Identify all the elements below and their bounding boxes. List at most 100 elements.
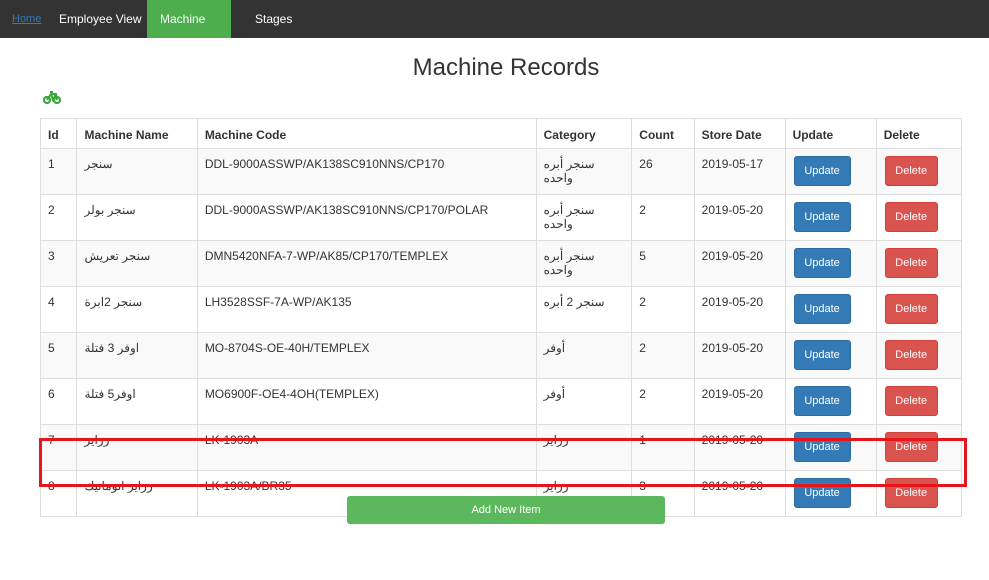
- cell-count: 26: [631, 148, 695, 195]
- delete-button[interactable]: Delete: [884, 248, 938, 278]
- cell-delete: Delete: [875, 286, 963, 333]
- add-new-item-button[interactable]: Add New Item: [347, 496, 665, 524]
- cell-id: 3: [39, 240, 78, 287]
- table-row: 6 اوفر5 فتلة MO6900F-OE4-4OH(TEMPLEX) أو…: [39, 378, 963, 425]
- cell-category: سنجر أبره واحده: [535, 194, 633, 241]
- cell-store-date: 2019-05-20: [693, 240, 786, 287]
- cell-store-date: 2019-05-20: [693, 286, 786, 333]
- cell-delete: Delete: [875, 470, 963, 517]
- delete-button[interactable]: Delete: [884, 432, 938, 462]
- cell-machine-code: DDL-9000ASSWP/AK138SC910NNS/CP170: [196, 148, 537, 195]
- cell-machine-name: زراير اتوماتيك: [76, 470, 198, 517]
- delete-button[interactable]: Delete: [884, 386, 938, 416]
- cell-store-date: 2019-05-20: [693, 194, 786, 241]
- bicycle-icon: [43, 91, 61, 104]
- cell-count: 2: [631, 378, 695, 425]
- update-button[interactable]: Update: [793, 248, 851, 278]
- cell-id: 6: [39, 378, 78, 425]
- cell-count: 5: [631, 240, 695, 287]
- cell-machine-name: سنجر بولر: [76, 194, 198, 241]
- delete-button[interactable]: Delete: [884, 156, 938, 186]
- cell-update: Update: [784, 470, 877, 517]
- cell-update: Update: [784, 424, 877, 471]
- nav-employee-view[interactable]: Employee View: [47, 0, 154, 38]
- cell-store-date: 2019-05-20: [693, 332, 786, 379]
- cell-category: أوفر: [535, 378, 633, 425]
- cell-id: 1: [39, 148, 78, 195]
- header-delete: Delete: [875, 118, 963, 149]
- cell-machine-name: سنجر تعريش: [76, 240, 198, 287]
- cell-machine-name: سنجر: [76, 148, 198, 195]
- table-row: 7 زراير LK-1903A زراير 1 2019-05-20 Upda…: [39, 424, 963, 471]
- update-button[interactable]: Update: [793, 294, 851, 324]
- table-row: 5 اوفر 3 فتلة MO-8704S-OE-40H/TEMPLEX أو…: [39, 332, 963, 379]
- header-id: Id: [39, 118, 78, 149]
- cell-machine-code: DDL-9000ASSWP/AK138SC910NNS/CP170/POLAR: [196, 194, 537, 241]
- update-button[interactable]: Update: [793, 340, 851, 370]
- cell-store-date: 2019-05-17: [693, 148, 786, 195]
- update-button[interactable]: Update: [793, 478, 851, 508]
- cell-delete: Delete: [875, 332, 963, 379]
- cell-category: سنجر أبره واحده: [535, 240, 633, 287]
- nav-home-link[interactable]: Home: [0, 0, 53, 38]
- cell-count: 2: [631, 332, 695, 379]
- cell-delete: Delete: [875, 240, 963, 287]
- table-row: 4 سنجر 2ابرة LH3528SSF-7A-WP/AK135 سنجر …: [39, 286, 963, 333]
- update-button[interactable]: Update: [793, 156, 851, 186]
- cell-machine-name: زراير: [76, 424, 198, 471]
- cell-machine-code: LH3528SSF-7A-WP/AK135: [196, 286, 537, 333]
- cell-machine-code: DMN5420NFA-7-WP/AK85/CP170/TEMPLEX: [196, 240, 537, 287]
- table-header-row: Id Machine Name Machine Code Category Co…: [39, 118, 963, 149]
- header-count: Count: [631, 118, 695, 149]
- cell-delete: Delete: [875, 194, 963, 241]
- cell-id: 7: [39, 424, 78, 471]
- delete-button[interactable]: Delete: [884, 294, 938, 324]
- cell-delete: Delete: [875, 424, 963, 471]
- cell-update: Update: [784, 378, 877, 425]
- cell-id: 8: [39, 470, 78, 517]
- top-navbar: Home Employee View Machine View Stages: [0, 0, 989, 64]
- table-row: 1 سنجر DDL-9000ASSWP/AK138SC910NNS/CP170…: [39, 148, 963, 195]
- table-row: 2 سنجر بولر DDL-9000ASSWP/AK138SC910NNS/…: [39, 194, 963, 241]
- header-machine-code: Machine Code: [196, 118, 537, 149]
- header-store-date: Store Date: [693, 118, 786, 149]
- cell-update: Update: [784, 286, 877, 333]
- cell-update: Update: [784, 332, 877, 379]
- cell-count: 2: [631, 286, 695, 333]
- page-title: Machine Records: [412, 54, 600, 81]
- update-button[interactable]: Update: [793, 386, 851, 416]
- header-category: Category: [535, 118, 633, 149]
- cell-update: Update: [784, 148, 877, 195]
- cell-store-date: 2019-05-20: [693, 378, 786, 425]
- delete-button[interactable]: Delete: [884, 340, 938, 370]
- cell-category: زراير: [535, 424, 633, 471]
- delete-button[interactable]: Delete: [884, 202, 938, 232]
- update-button[interactable]: Update: [793, 432, 851, 462]
- cell-machine-code: LK-1903A: [196, 424, 537, 471]
- cell-update: Update: [784, 240, 877, 287]
- header-machine-name: Machine Name: [76, 118, 198, 149]
- delete-button[interactable]: Delete: [884, 478, 938, 508]
- cell-category: سنجر 2 أبره: [535, 286, 633, 333]
- nav-stages[interactable]: Stages: [243, 0, 304, 38]
- cell-store-date: 2019-05-20: [693, 470, 786, 517]
- cell-machine-code: MO6900F-OE4-4OH(TEMPLEX): [196, 378, 537, 425]
- table-row: 3 سنجر تعريش DMN5420NFA-7-WP/AK85/CP170/…: [39, 240, 963, 287]
- update-button[interactable]: Update: [793, 202, 851, 232]
- cell-id: 2: [39, 194, 78, 241]
- cell-count: 2: [631, 194, 695, 241]
- cell-machine-code: MO-8704S-OE-40H/TEMPLEX: [196, 332, 537, 379]
- cell-machine-name: اوفر 3 فتلة: [76, 332, 198, 379]
- nav-machine-view[interactable]: Machine View: [147, 0, 231, 64]
- cell-delete: Delete: [875, 148, 963, 195]
- cell-id: 5: [39, 332, 78, 379]
- header-update: Update: [784, 118, 877, 149]
- cell-machine-name: اوفر5 فتلة: [76, 378, 198, 425]
- cell-category: أوفر: [535, 332, 633, 379]
- cell-category: سنجر أبره واحده: [535, 148, 633, 195]
- cell-delete: Delete: [875, 378, 963, 425]
- cell-update: Update: [784, 194, 877, 241]
- machine-records-table: Id Machine Name Machine Code Category Co…: [39, 118, 963, 517]
- cell-machine-name: سنجر 2ابرة: [76, 286, 198, 333]
- cell-id: 4: [39, 286, 78, 333]
